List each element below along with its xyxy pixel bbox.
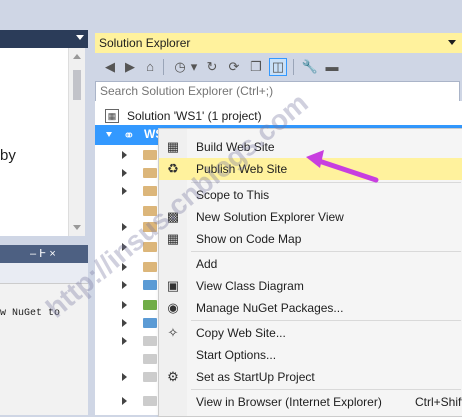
- show-all-files-icon[interactable]: ◫: [269, 58, 287, 76]
- expanded-icon[interactable]: [106, 132, 112, 137]
- copy-web-icon: ✧: [167, 325, 179, 340]
- back-icon[interactable]: ◀: [101, 58, 119, 76]
- expand-icon[interactable]: [122, 263, 127, 271]
- toolbar-separator: [163, 59, 164, 75]
- collapse-all-icon[interactable]: ❐: [247, 58, 265, 76]
- folder-icon: [143, 262, 157, 272]
- file-icon: [143, 354, 157, 364]
- expand-icon[interactable]: [122, 319, 127, 327]
- scroll-thumb[interactable]: [73, 70, 81, 100]
- code-map-icon: ▦: [166, 231, 180, 246]
- solution-explorer-title: Solution Explorer: [99, 36, 191, 50]
- editor-text: by: [0, 147, 16, 164]
- chevron-down-icon[interactable]: [76, 35, 84, 40]
- file-icon: [143, 396, 157, 406]
- menu-item-view-in-browser[interactable]: View in Browser (Internet Explorer) Ctrl…: [159, 391, 462, 413]
- web-file-icon: [143, 280, 157, 290]
- nuget-icon: ◉: [167, 300, 179, 315]
- editor-document[interactable]: [0, 48, 68, 236]
- menu-item-label: New Solution Explorer View: [196, 210, 344, 224]
- menu-item-label: Start Options...: [196, 348, 277, 362]
- arrow-head: [306, 150, 324, 168]
- menu-item-label: Set as StartUp Project: [196, 370, 315, 384]
- file-icon: [143, 336, 157, 346]
- expand-icon[interactable]: [122, 223, 127, 231]
- chevron-down-icon[interactable]: ▾: [189, 58, 199, 76]
- scroll-up-icon[interactable]: [73, 54, 81, 59]
- history-icon[interactable]: ◷: [171, 58, 189, 76]
- menu-item-label: Scope to This: [196, 188, 270, 202]
- menu-item-add[interactable]: Add: [159, 253, 462, 275]
- menu-item-label: Copy Web Site...: [196, 326, 286, 340]
- menu-item-start-options[interactable]: Start Options...: [159, 344, 462, 366]
- scroll-down-icon[interactable]: [73, 225, 81, 230]
- home-icon[interactable]: ⌂: [141, 58, 159, 76]
- menu-item-label: View in Browser (Internet Explorer): [196, 395, 382, 409]
- editor-tab-bar: [0, 30, 88, 48]
- menu-item-manage-nuget-packages[interactable]: ◉ Manage NuGet Packages...: [159, 297, 462, 319]
- solution-explorer-search[interactable]: [95, 81, 460, 102]
- folder-icon: [143, 186, 157, 196]
- search-input[interactable]: [96, 82, 459, 99]
- expand-icon[interactable]: [122, 187, 127, 195]
- output-panel-title: – Ͱ ×: [0, 245, 88, 263]
- menu-item-view-class-diagram[interactable]: ▣ View Class Diagram: [159, 275, 462, 297]
- expand-icon[interactable]: [122, 243, 127, 251]
- menu-item-shortcut: Ctrl+Shift: [415, 395, 462, 409]
- globe-icon: ⚭: [123, 127, 135, 143]
- folder-icon: [143, 206, 157, 216]
- solution-explorer-toolbar: ◀ ▶ ⌂ ◷ ▾ ↻ ⟳ ❐ ◫ 🔧 ▬: [95, 55, 462, 79]
- solution-node[interactable]: ▦ Solution 'WS1' (1 project): [95, 107, 462, 127]
- solution-explorer-title-bar: Solution Explorer: [95, 33, 462, 53]
- solution-label: Solution 'WS1' (1 project): [127, 109, 262, 123]
- folder-icon: [143, 222, 157, 232]
- wrench-icon[interactable]: 🔧: [301, 58, 319, 76]
- menu-item-set-as-startup-project[interactable]: ⚙ Set as StartUp Project: [159, 366, 462, 388]
- build-icon: ▦: [166, 139, 180, 154]
- web-file-icon: [143, 318, 157, 328]
- refresh-icon[interactable]: ⟳: [225, 58, 243, 76]
- new-view-icon: ▩: [166, 209, 180, 224]
- menu-item-label: Add: [196, 257, 218, 271]
- solution-icon: ▦: [105, 109, 119, 123]
- menu-item-label: View Class Diagram: [196, 279, 304, 293]
- arrow-shaft: [313, 157, 379, 183]
- menu-item-label: Show on Code Map: [196, 232, 302, 246]
- menu-separator: [191, 389, 461, 390]
- expand-icon[interactable]: [122, 373, 127, 381]
- pin-icon[interactable]: ▬: [323, 58, 341, 76]
- chevron-down-icon[interactable]: [448, 40, 456, 45]
- menu-separator: [191, 251, 461, 252]
- expand-icon[interactable]: [122, 337, 127, 345]
- class-diagram-icon: ▣: [166, 278, 180, 293]
- annotation-arrow: [306, 150, 379, 183]
- output-text: w NuGet to: [0, 308, 61, 319]
- panel-controls[interactable]: – Ͱ ×: [30, 247, 56, 260]
- menu-item-label: Manage NuGet Packages...: [196, 301, 344, 315]
- menu-item-new-solution-explorer-view[interactable]: ▩ New Solution Explorer View: [159, 206, 462, 228]
- menu-item-label: Build Web Site: [196, 140, 275, 154]
- expand-icon[interactable]: [122, 169, 127, 177]
- sync-icon[interactable]: ↻: [203, 58, 221, 76]
- expand-icon[interactable]: [122, 397, 127, 405]
- editor-scrollbar[interactable]: [68, 48, 85, 236]
- menu-item-label: Publish Web Site: [196, 162, 288, 176]
- forward-icon[interactable]: ▶: [121, 58, 139, 76]
- toolbar-separator: [293, 59, 294, 75]
- expand-icon[interactable]: [122, 281, 127, 289]
- menu-item-copy-web-site[interactable]: ✧ Copy Web Site...: [159, 322, 462, 344]
- gear-icon: ⚙: [167, 369, 179, 384]
- menu-separator: [191, 320, 461, 321]
- web-file-icon: [143, 300, 157, 310]
- expand-icon[interactable]: [122, 151, 127, 159]
- output-toolbar: [0, 263, 88, 284]
- folder-icon: [143, 150, 157, 160]
- menu-item-show-on-code-map[interactable]: ▦ Show on Code Map: [159, 228, 462, 250]
- output-body: [0, 284, 88, 415]
- folder-icon: [143, 242, 157, 252]
- publish-icon: ♻: [167, 161, 179, 176]
- expand-icon[interactable]: [122, 301, 127, 309]
- folder-icon: [143, 168, 157, 178]
- file-icon: [143, 372, 157, 382]
